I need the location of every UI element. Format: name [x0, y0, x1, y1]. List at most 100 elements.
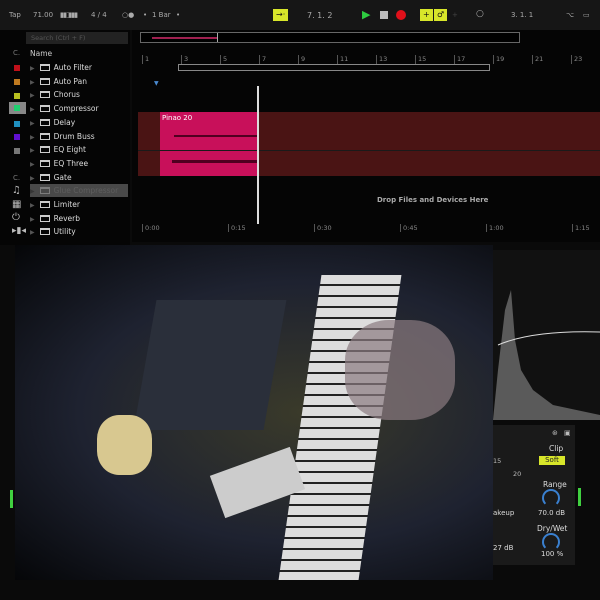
time-tick: 0:00	[142, 224, 160, 232]
browser-item-label: Auto Filter	[53, 63, 92, 72]
browser-item[interactable]: ▶ Auto Pan	[30, 75, 128, 88]
bar-tick[interactable]: 23	[571, 55, 582, 64]
expand-arrow-icon[interactable]: ▶	[30, 216, 35, 223]
expand-arrow-icon[interactable]: ▶	[30, 120, 35, 127]
playhead	[257, 86, 259, 224]
bar-tick[interactable]: 1	[142, 55, 149, 64]
overdub-icon[interactable]: +	[420, 9, 433, 21]
browser-item[interactable]: ▶ Limiter	[30, 198, 128, 211]
audio-clip[interactable]: Pinao 20	[160, 112, 258, 176]
bar-tick[interactable]: 3	[181, 55, 188, 64]
browser-item[interactable]: ▶ Utility	[30, 225, 128, 238]
nudge-icon[interactable]: ▮▮▯▮▮▮	[60, 11, 78, 19]
expand-arrow-icon[interactable]: ▶	[30, 79, 35, 86]
browser-item[interactable]: ▶ Chorus	[30, 88, 128, 101]
color-tag-green-selected[interactable]	[9, 102, 26, 114]
browser-item[interactable]: ▶ Auto Filter	[30, 61, 128, 74]
bar-tick[interactable]: 19	[493, 55, 504, 64]
tempo-field[interactable]: 71.00	[33, 11, 53, 19]
bar-tick[interactable]: 5	[220, 55, 227, 64]
hot-swap-icon[interactable]: ⊛	[552, 429, 558, 437]
browser-item[interactable]: ▶ Delay	[30, 116, 128, 129]
expand-arrow-icon[interactable]: ▶	[30, 161, 35, 168]
song-position[interactable]: 7. 1. 2	[307, 11, 332, 20]
stop-icon[interactable]	[380, 11, 388, 19]
play-icon[interactable]: ▶	[362, 8, 370, 21]
device-icon	[39, 105, 50, 113]
loop-brace[interactable]	[178, 64, 490, 71]
bar-tick[interactable]: 21	[532, 55, 543, 64]
level-meter-left	[10, 490, 13, 508]
overview-scrollbar[interactable]	[140, 32, 520, 43]
expand-arrow-icon[interactable]: ▶	[30, 202, 35, 209]
browser-item-label: Utility	[53, 227, 76, 237]
drop-zone-text[interactable]: Drop Files and Devices Here	[377, 196, 488, 204]
device-icon	[39, 64, 50, 71]
browser-item-label: Delay	[53, 117, 76, 127]
browser-item-label: EQ Eight	[53, 145, 86, 155]
color-tag-yellow[interactable]	[14, 93, 20, 99]
screen-icon[interactable]: ▭	[583, 11, 590, 19]
expand-arrow-icon[interactable]: ▶	[30, 147, 35, 154]
expand-arrow-icon[interactable]: ▶	[30, 175, 35, 182]
quantize-select[interactable]: 1 Bar	[152, 11, 171, 19]
browser-item[interactable]: ▶ Compressor	[30, 102, 128, 115]
record-icon[interactable]	[396, 10, 406, 20]
browser-item[interactable]: ▶ Gate	[30, 171, 128, 184]
expand-arrow-icon[interactable]: ▶	[30, 134, 35, 141]
arrangement-view: 1 3 5 7 9 11 13 15 17 19 21 23 ▼ Pinao 20 Drop File…	[132, 30, 600, 242]
browser-item[interactable]: ▶ EQ Three	[30, 157, 128, 170]
marker-icon: ▼	[154, 80, 159, 87]
browser-item[interactable]: ▶ Drum Buss	[30, 130, 128, 143]
collections-label: C.	[13, 49, 21, 57]
follow-icon[interactable]: →·	[273, 9, 289, 21]
transport-bar: Tap 71.00 ▮▮▯▮▮▮ 4 / 4 ○● • 1 Bar • →· 7…	[0, 0, 600, 30]
drywet-knob[interactable]	[542, 533, 560, 551]
device-icon	[39, 173, 50, 181]
automation-icon[interactable]: ♂	[434, 9, 448, 21]
tap-button[interactable]: Tap	[9, 11, 21, 19]
range-value: 70.0 dB	[538, 509, 566, 517]
device-icon	[39, 201, 50, 208]
bar-tick[interactable]: 9	[298, 55, 305, 64]
name-column-header[interactable]: Name	[30, 49, 52, 58]
sounds-icon[interactable]: ♫	[12, 185, 21, 196]
color-tag-purple[interactable]	[14, 134, 20, 140]
expand-arrow-icon[interactable]: ▶	[30, 188, 35, 195]
punch-icon[interactable]: ⌥	[566, 11, 574, 19]
expand-arrow-icon[interactable]: ▶	[30, 92, 35, 99]
drywet-value: 100 %	[541, 550, 564, 558]
browser-item[interactable]: ▶ Glue Compressor	[30, 184, 128, 198]
range-label: Range	[543, 480, 567, 489]
clip-label: Clip	[549, 444, 564, 453]
time-signature[interactable]: 4 / 4	[91, 11, 107, 19]
browser-item-label: Chorus	[53, 90, 80, 100]
bar-tick[interactable]: 15	[415, 55, 426, 64]
bar-tick[interactable]: 13	[376, 55, 387, 64]
device-icon	[39, 146, 50, 154]
bar-tick[interactable]: 7	[259, 55, 266, 64]
expand-arrow-icon[interactable]: ▶	[30, 229, 35, 236]
audio-effects-icon[interactable]: ▸▮◂	[12, 226, 26, 236]
drums-icon[interactable]: ▦	[12, 199, 21, 210]
loop-position[interactable]: 3. 1. 1	[511, 11, 533, 19]
range-knob[interactable]	[542, 489, 560, 507]
expand-arrow-icon[interactable]: ▶	[30, 65, 35, 72]
bar-tick[interactable]: 17	[454, 55, 465, 64]
device-icon	[39, 91, 50, 99]
expand-arrow-icon[interactable]: ▶	[30, 106, 35, 113]
color-tag-blue[interactable]	[14, 121, 20, 127]
browser-item[interactable]: ▶ Reverb	[30, 212, 128, 225]
metronome-icon[interactable]: ○●	[122, 11, 134, 19]
scale-label: 15	[493, 457, 502, 465]
color-tag-orange[interactable]	[14, 79, 20, 85]
color-tag-gray[interactable]	[14, 148, 20, 154]
bar-tick[interactable]: 11	[337, 55, 348, 64]
color-tag-red[interactable]	[14, 65, 20, 71]
loop-icon[interactable]: ○	[476, 9, 484, 19]
search-input[interactable]: Search (Ctrl + F)	[26, 32, 128, 44]
save-icon[interactable]: ▣	[564, 429, 571, 437]
browser-item[interactable]: ▶ EQ Eight	[30, 143, 128, 156]
instruments-icon[interactable]: ⏻	[12, 212, 20, 223]
clip-mode-button[interactable]: Soft	[539, 456, 565, 465]
